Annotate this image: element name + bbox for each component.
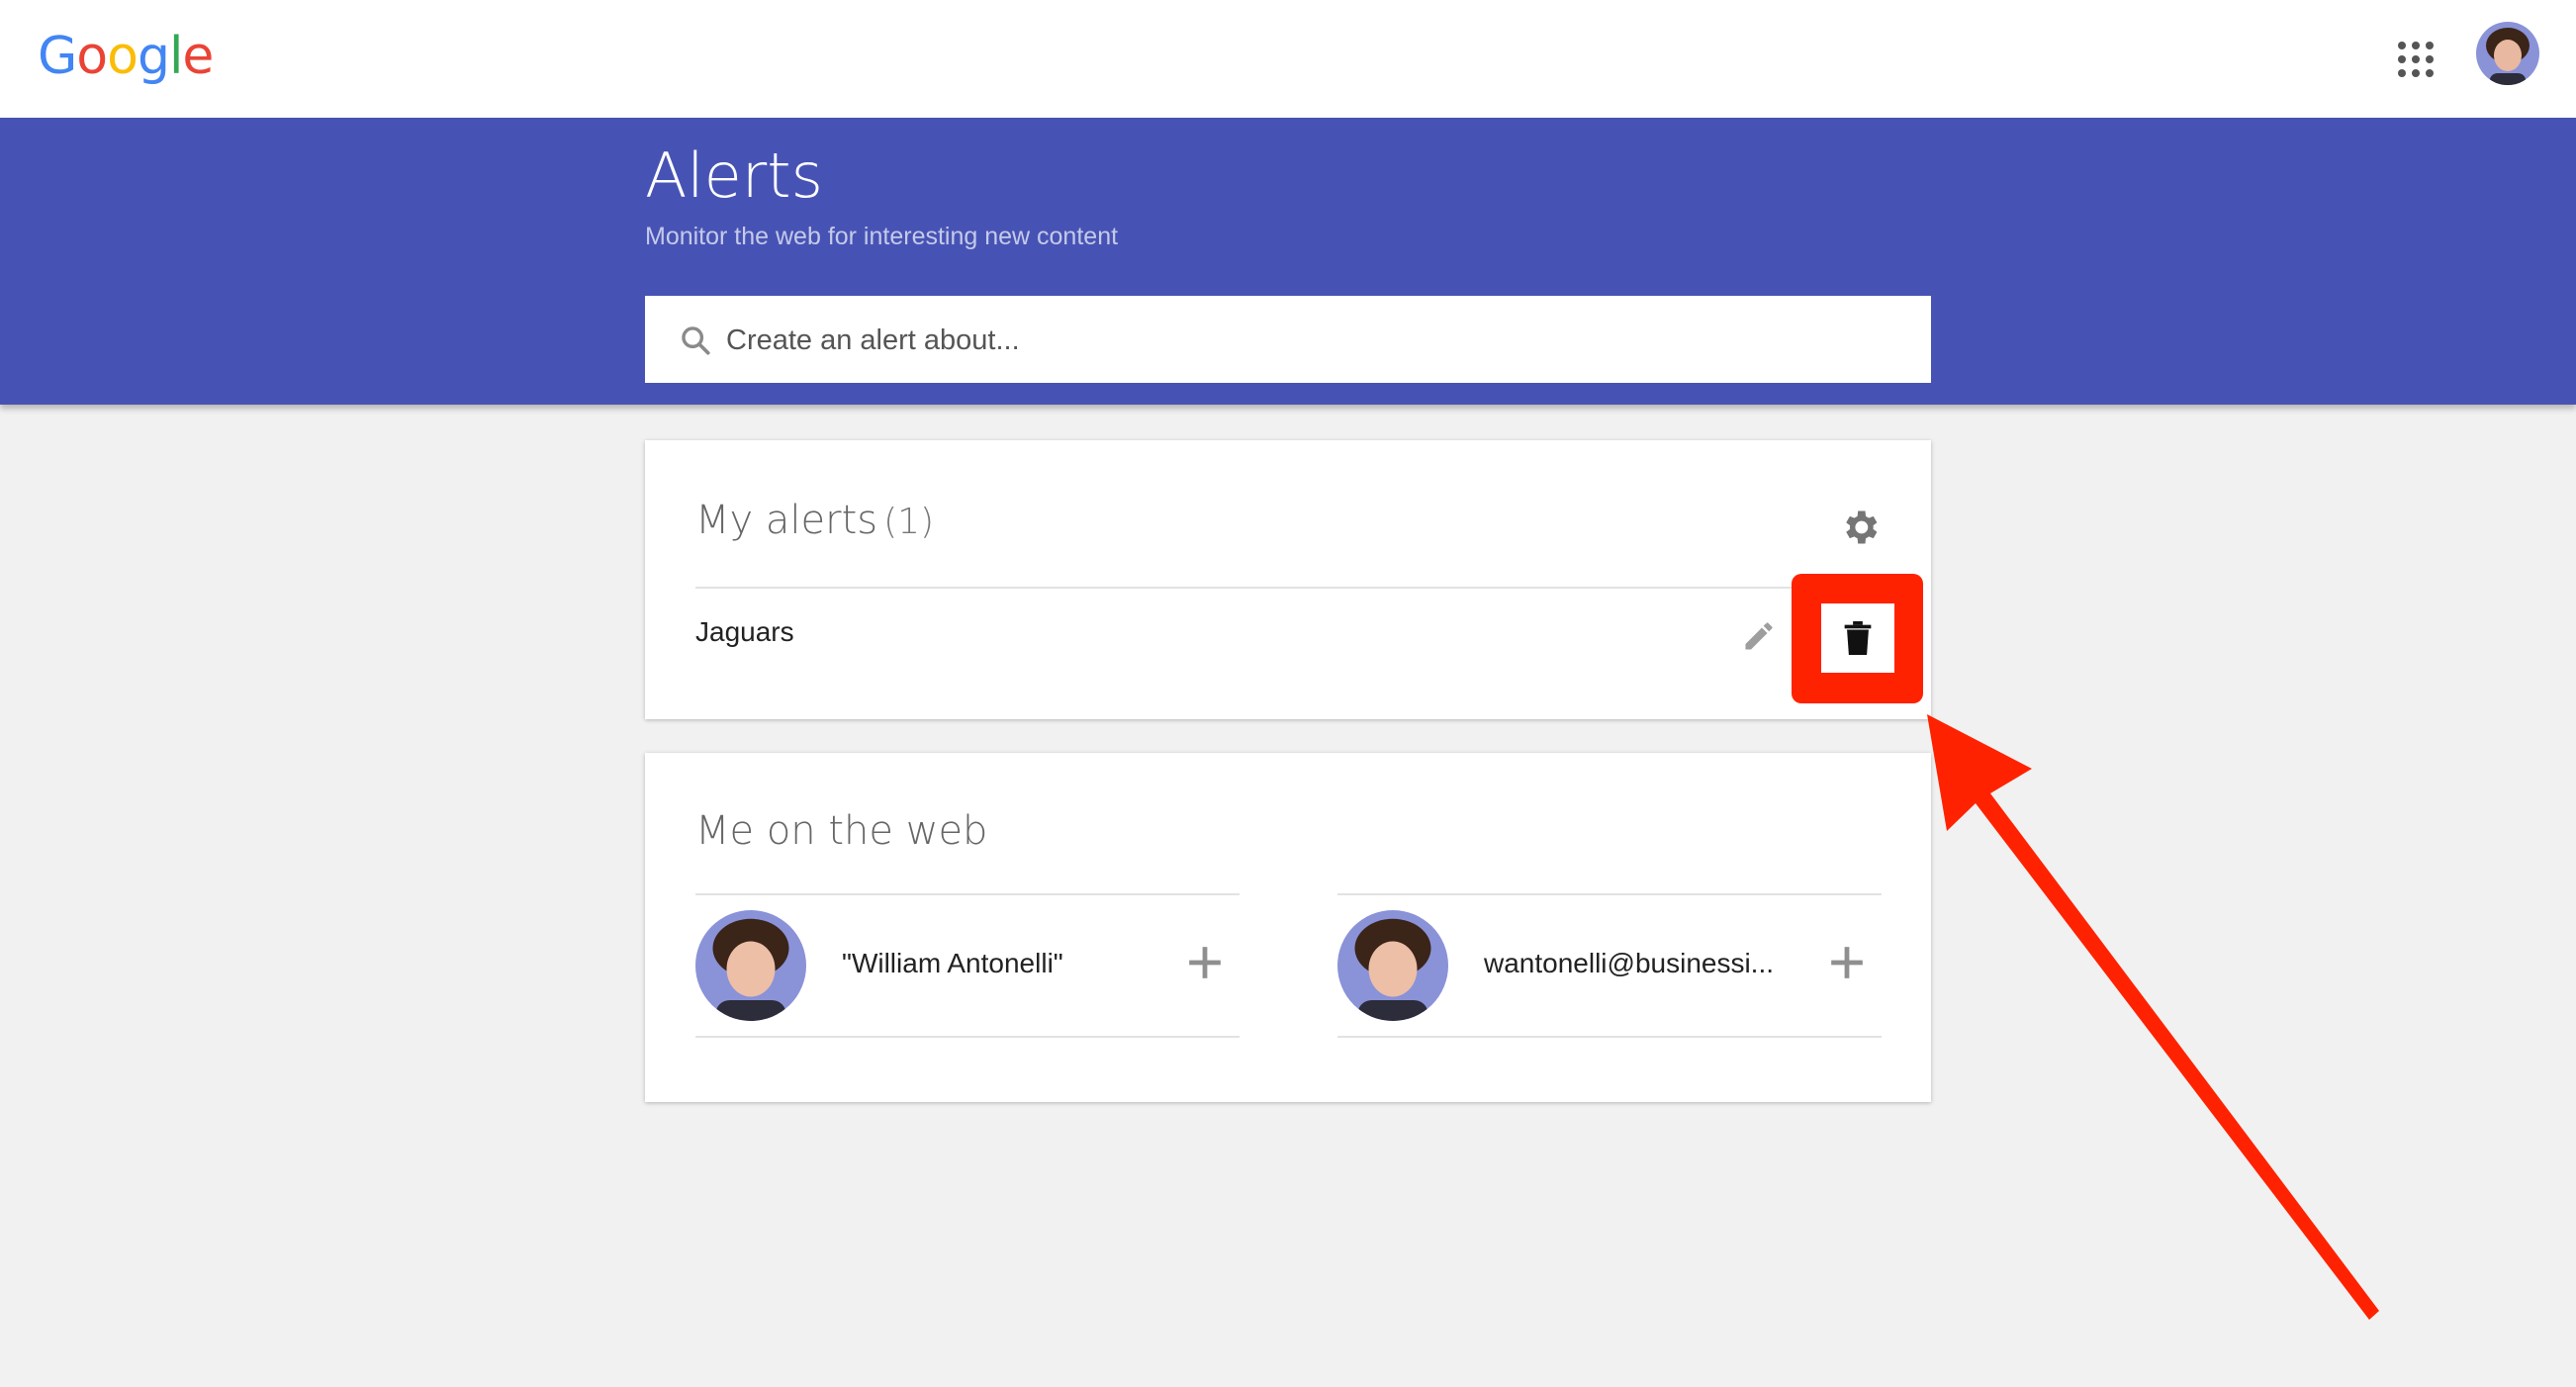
my-alerts-title: My alerts (1) (695, 498, 934, 543)
plus-icon[interactable] (1186, 944, 1224, 981)
search-icon (682, 326, 710, 355)
delete-alert-button[interactable] (1821, 603, 1894, 673)
divider (695, 587, 1883, 589)
me-item-label: wantonelli@businessi... (1484, 948, 1775, 978)
avatar (695, 910, 806, 1021)
me-item-label: "William Antonelli" (842, 948, 1063, 978)
divider (695, 1036, 1240, 1038)
trash-icon (1844, 621, 1872, 655)
plus-icon[interactable] (1828, 944, 1866, 981)
my-alerts-card: My alerts (1) Jaguars (645, 440, 1931, 719)
list-item[interactable]: "William Antonelli" (695, 893, 1240, 1038)
me-on-web-title: Me on the web (695, 808, 988, 854)
create-alert-search[interactable] (645, 296, 1931, 385)
search-input[interactable] (724, 296, 1895, 385)
avatar-photo-icon (1337, 910, 1448, 1021)
avatar (1337, 910, 1448, 1021)
alert-count: (1) (883, 502, 935, 542)
gear-icon[interactable] (1838, 506, 1882, 549)
logo-letter: g (137, 27, 170, 86)
logo-letter: o (76, 27, 108, 86)
delete-highlight-box (1792, 574, 1923, 703)
my-alerts-title-text: My alerts (695, 498, 878, 543)
divider (1337, 893, 1882, 895)
divider (695, 893, 1240, 895)
google-logo[interactable]: Google (38, 22, 214, 91)
logo-letter: G (38, 27, 77, 86)
apps-grid-icon[interactable] (2392, 36, 2436, 79)
logo-letter: e (182, 27, 214, 86)
list-item[interactable]: wantonelli@businessi... (1337, 893, 1882, 1038)
top-bar: Google (0, 0, 2576, 118)
divider (1337, 1036, 1882, 1038)
alert-item-label[interactable]: Jaguars (695, 616, 794, 648)
logo-letter: l (168, 27, 183, 86)
avatar-photo-icon (2476, 22, 2539, 85)
avatar-photo-icon (695, 910, 806, 1021)
page-subtitle: Monitor the web for interesting new cont… (645, 223, 1119, 250)
pencil-icon[interactable] (1741, 618, 1777, 654)
account-avatar[interactable] (2476, 22, 2539, 85)
me-on-web-card: Me on the web "William Antonelli" wanton… (645, 753, 1931, 1102)
page-title: Alerts (645, 139, 823, 212)
logo-letter: o (107, 27, 138, 86)
